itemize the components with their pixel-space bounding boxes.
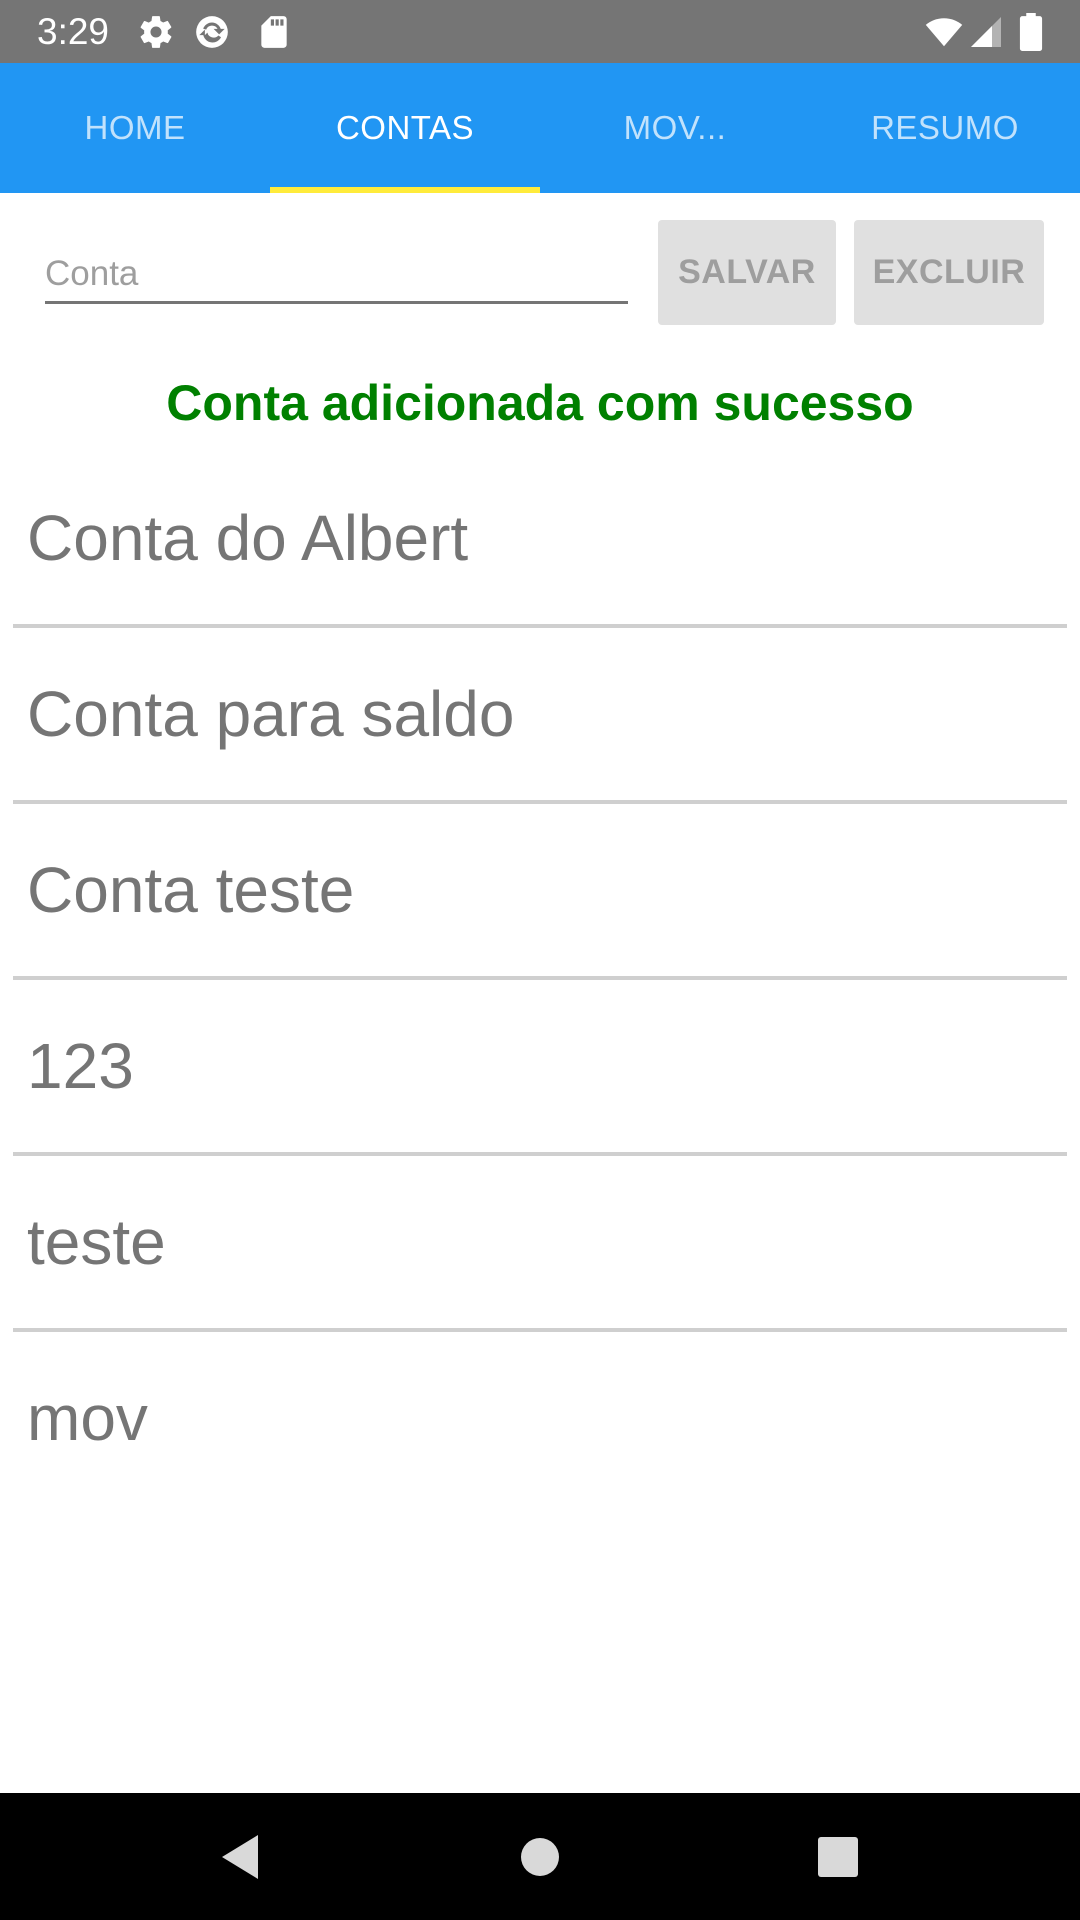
navigation-bar [0, 1793, 1080, 1920]
battery-icon [1016, 13, 1046, 51]
list-item[interactable]: 123 [13, 980, 1067, 1152]
settings-icon [137, 13, 175, 51]
status-bar: 3:29 [0, 0, 1080, 63]
account-list: Conta do Albert Conta para saldo Conta t… [13, 452, 1067, 1504]
wifi-icon [922, 13, 966, 51]
list-item[interactable]: teste [13, 1156, 1067, 1328]
list-item[interactable]: mov [13, 1332, 1067, 1504]
delete-button[interactable]: EXCLUIR [854, 220, 1044, 325]
back-icon [222, 1834, 258, 1879]
sync-icon [193, 13, 231, 51]
tab-mov[interactable]: MOV... [540, 63, 810, 193]
cell-signal-icon [968, 13, 1004, 51]
status-time: 3:29 [37, 11, 110, 52]
list-item[interactable]: Conta teste [13, 804, 1067, 976]
account-input[interactable] [45, 232, 628, 301]
account-field [45, 232, 628, 304]
home-icon [521, 1837, 559, 1876]
tab-contas[interactable]: CONTAS [270, 63, 540, 193]
list-item[interactable]: Conta do Albert [13, 452, 1067, 624]
tab-bar: HOME CONTAS MOV... RESUMO [0, 63, 1080, 193]
recents-icon [818, 1836, 858, 1877]
save-button[interactable]: SALVAR [658, 220, 836, 325]
recents-button[interactable] [768, 1793, 908, 1920]
sd-card-icon [255, 13, 293, 51]
app-screen: 3:29 HOME CONTAS MOV... RESUMO SALVAR E [0, 0, 1080, 1920]
active-tab-indicator [270, 187, 540, 193]
tab-resumo[interactable]: RESUMO [810, 63, 1080, 193]
home-button[interactable] [470, 1793, 610, 1920]
back-button[interactable] [170, 1793, 310, 1920]
tab-home[interactable]: HOME [0, 63, 270, 193]
list-item[interactable]: Conta para saldo [13, 628, 1067, 800]
success-message: Conta adicionada com sucesso [166, 375, 914, 431]
